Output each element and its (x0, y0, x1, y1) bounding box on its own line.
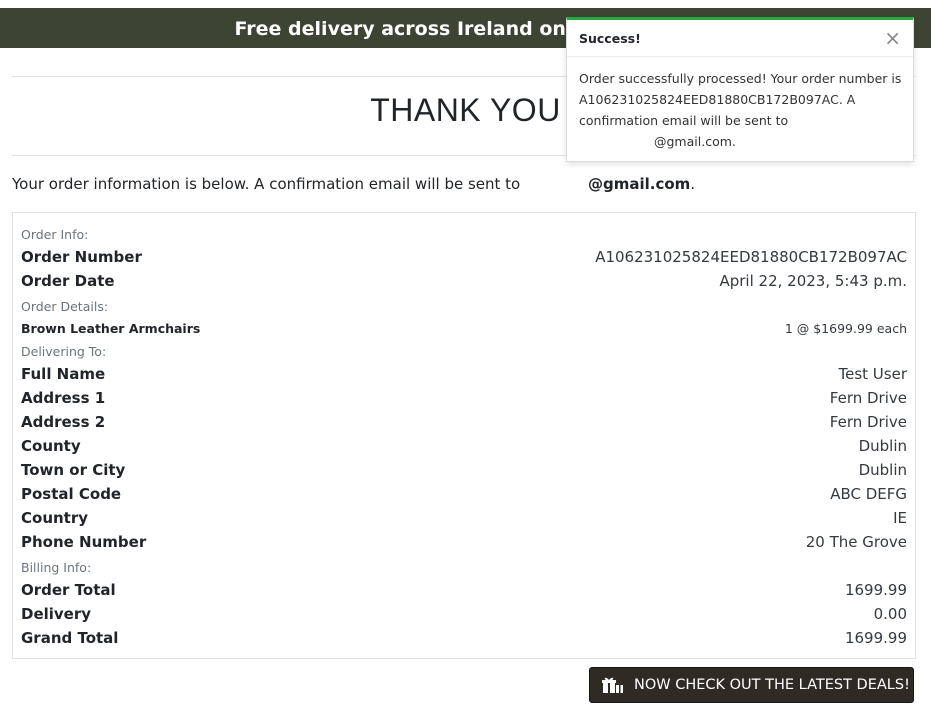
order-summary-card: Order Info: Order Number A106231025824EE… (12, 212, 916, 659)
billing-row: Order Total 1699.99 (21, 581, 907, 605)
latest-deals-label: NOW CHECK OUT THE LATEST DEALS! (634, 677, 910, 693)
order-date-value: April 22, 2023, 5:43 p.m. (719, 272, 907, 290)
section-delivering-to: Delivering To: (21, 344, 107, 359)
billing-value: 0.00 (873, 605, 907, 623)
billing-label: Delivery (21, 605, 92, 623)
delivery-label: Address 2 (21, 413, 106, 431)
order-number-label: Order Number (21, 248, 142, 266)
delivery-label: County (21, 437, 81, 455)
delivery-value: IE (893, 509, 907, 527)
delivery-value: Fern Drive (829, 389, 907, 407)
delivery-value: Dublin (858, 437, 907, 455)
section-order-details: Order Details: (21, 299, 109, 314)
order-date-row: Order Date April 22, 2023, 5:43 p.m. (21, 272, 907, 296)
success-toast: Success! × Order successfully processed!… (566, 17, 914, 162)
delivery-row: Phone Number 20 The Grove (21, 533, 907, 557)
delivery-label: Country (21, 509, 89, 527)
order-date-label: Order Date (21, 272, 115, 290)
close-icon[interactable]: × (884, 26, 901, 50)
delivery-row: Full Name Test User (21, 365, 907, 389)
delivery-label: Phone Number (21, 533, 147, 551)
item-qty-price: 1 @ $1699.99 each (784, 321, 907, 336)
delivery-label: Town or City (21, 461, 126, 479)
delivery-row: Address 2 Fern Drive (21, 413, 907, 437)
intro-email: @gmail.com. (588, 175, 696, 193)
toast-email: @gmail.com. (654, 134, 736, 149)
billing-row: Delivery 0.00 (21, 605, 907, 629)
item-name: Brown Leather Armchairs (21, 321, 201, 336)
gift-icon (602, 676, 624, 694)
billing-value: 1699.99 (844, 581, 907, 599)
toast-header: Success! × (567, 20, 913, 57)
delivery-label: Full Name (21, 365, 106, 383)
section-order-info: Order Info: (21, 227, 89, 242)
delivery-value: ABC DEFG (830, 485, 907, 503)
order-number-row: Order Number A106231025824EED81880CB172B… (21, 248, 907, 272)
toast-body: Order successfully processed! Your order… (579, 68, 903, 152)
delivery-row: Address 1 Fern Drive (21, 389, 907, 413)
delivery-row: Country IE (21, 509, 907, 533)
intro-message: Your order information is below. A confi… (12, 175, 521, 193)
toast-title: Success! (579, 31, 641, 46)
delivery-value: Fern Drive (829, 413, 907, 431)
delivery-row: Postal Code ABC DEFG (21, 485, 907, 509)
latest-deals-button[interactable]: NOW CHECK OUT THE LATEST DEALS! (589, 667, 914, 703)
order-item-row: Brown Leather Armchairs 1 @ $1699.99 eac… (21, 321, 907, 345)
delivery-value: Test User (838, 365, 908, 383)
toast-message: Order successfully processed! Your order… (579, 71, 902, 128)
delivery-label: Postal Code (21, 485, 122, 503)
billing-value: 1699.99 (844, 629, 907, 647)
delivery-row: County Dublin (21, 437, 907, 461)
delivery-value: 20 The Grove (805, 533, 907, 551)
billing-row: Grand Total 1699.99 (21, 629, 907, 653)
delivery-label: Address 1 (21, 389, 106, 407)
delivery-row: Town or City Dublin (21, 461, 907, 485)
billing-label: Order Total (21, 581, 116, 599)
billing-label: Grand Total (21, 629, 119, 647)
delivery-value: Dublin (858, 461, 907, 479)
intro-text: Your order information is below. A confi… (12, 175, 695, 193)
order-number-value: A106231025824EED81880CB172B097AC (595, 248, 907, 266)
section-billing-info: Billing Info: (21, 560, 92, 575)
